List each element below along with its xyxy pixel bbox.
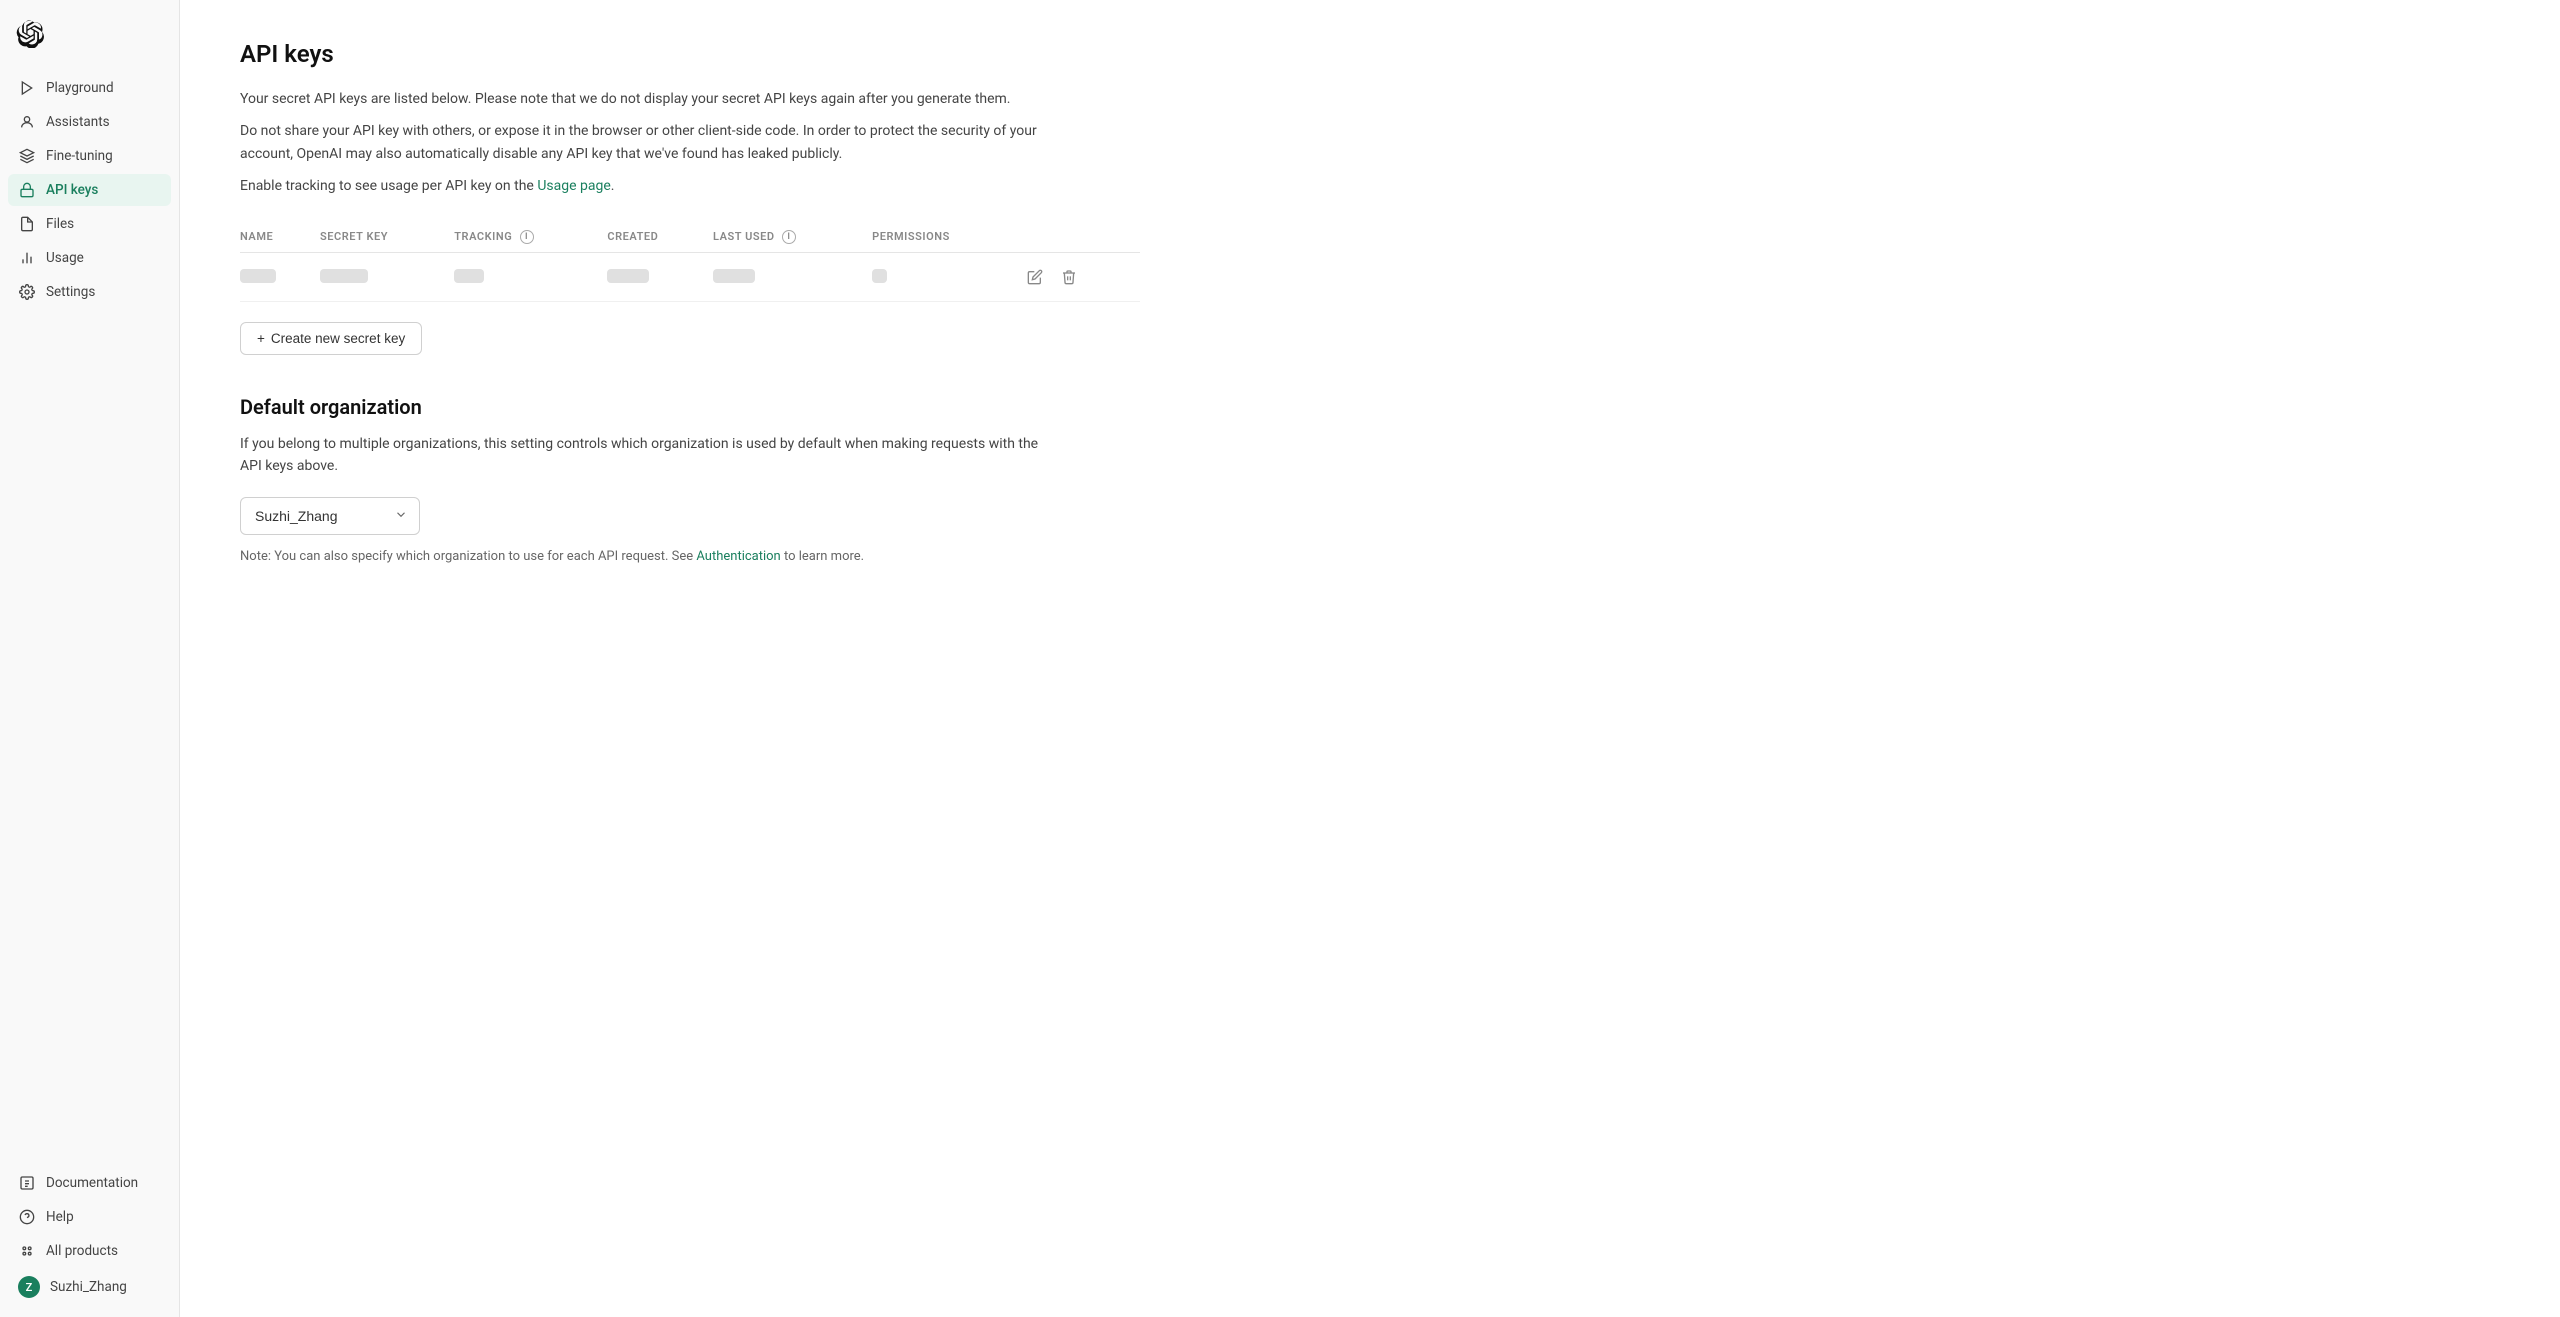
note-prefix: Note: You can also specify which organiz… — [240, 549, 696, 564]
api-key-last-used — [713, 269, 755, 283]
api-key-permissions — [872, 269, 887, 283]
files-icon — [18, 215, 36, 233]
api-keys-table: NAME SECRET KEY TRACKING i CREATED LAST … — [240, 222, 1140, 302]
sidebar-item-usage[interactable]: Usage — [8, 242, 171, 274]
logo — [0, 12, 179, 72]
sidebar-item-help[interactable]: Help — [8, 1201, 171, 1233]
assistants-icon — [18, 113, 36, 131]
tracking-info-icon: i — [520, 230, 534, 244]
col-created: CREATED — [607, 222, 713, 253]
org-select[interactable]: Suzhi_Zhang — [240, 497, 420, 535]
api-key-secret — [320, 269, 368, 283]
cell-name — [240, 252, 320, 301]
sidebar-username: Suzhi_Zhang — [50, 1279, 127, 1295]
main-content: API keys Your secret API keys are listed… — [180, 0, 2560, 1317]
sidebar-item-all-products[interactable]: All products — [8, 1235, 171, 1267]
api-key-tracking — [454, 269, 484, 283]
note-suffix: to learn more. — [781, 549, 864, 564]
settings-icon — [18, 283, 36, 301]
sidebar-item-label: Playground — [46, 80, 114, 96]
description-3: Enable tracking to see usage per API key… — [240, 175, 1040, 197]
page-title: API keys — [240, 40, 2500, 68]
description-2: Do not share your API key with others, o… — [240, 120, 1040, 165]
authentication-link[interactable]: Authentication — [696, 549, 780, 564]
api-keys-icon — [18, 181, 36, 199]
avatar: Z — [18, 1276, 40, 1298]
sidebar-item-label: Settings — [46, 284, 95, 300]
description-3-prefix: Enable tracking to see usage per API key… — [240, 178, 537, 194]
usage-icon — [18, 249, 36, 267]
help-icon — [18, 1208, 36, 1226]
description-3-suffix: . — [611, 178, 615, 194]
row-actions — [1023, 265, 1128, 289]
sidebar-item-api-keys[interactable]: API keys — [8, 174, 171, 206]
sidebar-item-playground[interactable]: Playground — [8, 72, 171, 104]
sidebar-item-label: API keys — [46, 182, 98, 198]
sidebar-item-label: Documentation — [46, 1175, 138, 1191]
openai-logo-icon — [16, 20, 44, 48]
col-name: NAME — [240, 222, 320, 253]
last-used-info-icon: i — [782, 230, 796, 244]
cell-created — [607, 252, 713, 301]
cell-actions — [1023, 252, 1140, 301]
sidebar-item-assistants[interactable]: Assistants — [8, 106, 171, 138]
trash-icon — [1061, 269, 1077, 285]
cell-permissions — [872, 252, 1022, 301]
col-secret-key: SECRET KEY — [320, 222, 454, 253]
create-button-label: Create new secret key — [271, 331, 405, 346]
fine-tuning-icon — [18, 147, 36, 165]
sidebar-item-label: Files — [46, 216, 74, 232]
sidebar: Playground Assistants Fine-tuning — [0, 0, 180, 1317]
default-org-title: Default organization — [240, 395, 2500, 419]
sidebar-bottom: Documentation Help All products Z Suzhi_… — [0, 1167, 179, 1305]
documentation-icon — [18, 1174, 36, 1192]
col-actions — [1023, 222, 1140, 253]
sidebar-item-fine-tuning[interactable]: Fine-tuning — [8, 140, 171, 172]
api-key-name — [240, 269, 276, 283]
api-key-created — [607, 269, 649, 283]
sidebar-item-label: Help — [46, 1209, 74, 1225]
cell-secret-key — [320, 252, 454, 301]
col-last-used: LAST USED i — [713, 222, 872, 253]
sidebar-item-label: Assistants — [46, 114, 110, 130]
sidebar-item-documentation[interactable]: Documentation — [8, 1167, 171, 1199]
sidebar-item-label: All products — [46, 1243, 118, 1259]
table-row — [240, 252, 1140, 301]
cell-last-used — [713, 252, 872, 301]
org-select-wrapper: Suzhi_Zhang — [240, 497, 420, 535]
usage-page-link[interactable]: Usage page — [537, 178, 610, 194]
sidebar-item-label: Usage — [46, 250, 84, 266]
col-tracking: TRACKING i — [454, 222, 607, 253]
delete-key-button[interactable] — [1057, 265, 1081, 289]
sidebar-item-settings[interactable]: Settings — [8, 276, 171, 308]
description-1: Your secret API keys are listed below. P… — [240, 88, 1040, 110]
sidebar-user[interactable]: Z Suzhi_Zhang — [8, 1269, 171, 1305]
note-text: Note: You can also specify which organiz… — [240, 549, 940, 564]
all-products-icon — [18, 1242, 36, 1260]
sidebar-item-files[interactable]: Files — [8, 208, 171, 240]
sidebar-item-label: Fine-tuning — [46, 148, 113, 164]
create-secret-key-button[interactable]: + Create new secret key — [240, 322, 422, 355]
edit-key-button[interactable] — [1023, 265, 1047, 289]
sidebar-nav: Playground Assistants Fine-tuning — [0, 72, 179, 1167]
edit-icon — [1027, 269, 1043, 285]
default-org-description: If you belong to multiple organizations,… — [240, 433, 1040, 478]
playground-icon — [18, 79, 36, 97]
plus-icon: + — [257, 331, 265, 346]
cell-tracking — [454, 252, 607, 301]
col-permissions: PERMISSIONS — [872, 222, 1022, 253]
